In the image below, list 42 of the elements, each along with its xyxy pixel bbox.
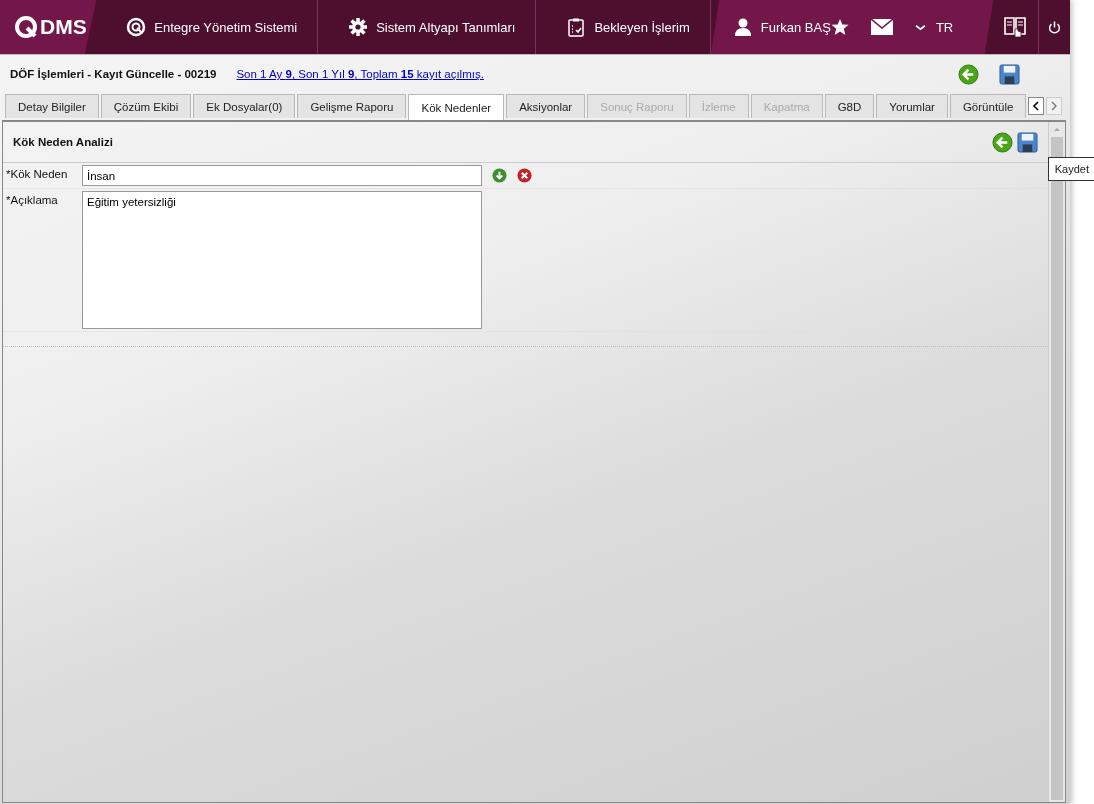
save-icon[interactable] (1017, 131, 1038, 153)
download-icon[interactable] (492, 168, 507, 183)
scroll-right-button[interactable] (1046, 97, 1062, 115)
tab[interactable]: Çözüm Ekibi (100, 94, 192, 118)
summary-link[interactable]: Son 1 Ay 9, Son 1 Yıl 9, Toplam 15 kayıt açılmış. (236, 68, 484, 80)
delete-icon[interactable] (517, 168, 532, 183)
logo[interactable]: DMS (0, 0, 97, 54)
user-icon (732, 17, 753, 37)
nav-item[interactable]: Sistem Altyapı Tanımları (318, 0, 537, 54)
input-field[interactable]: İnsan (82, 165, 482, 186)
tab[interactable]: Aksiyonlar (506, 94, 586, 118)
mail-icon[interactable] (870, 19, 893, 35)
panel-title: Kök Neden Analizi (13, 136, 113, 148)
text-area[interactable]: Eğitim yetersizliği (82, 191, 482, 329)
tab[interactable]: Yorumlar (876, 94, 948, 118)
field-label: *Açıklama (6, 193, 59, 206)
logo-text: DMS (40, 15, 87, 39)
q-logo-icon (14, 15, 38, 39)
power-icon[interactable] (1046, 19, 1062, 35)
tooltip: Kaydet (1047, 157, 1094, 181)
tab[interactable]: G8D (824, 94, 875, 118)
star-icon[interactable] (830, 18, 849, 36)
chevron-down-icon (914, 23, 926, 31)
tab[interactable]: Gelişme Raporu (297, 94, 407, 118)
field-label: *Kök Neden (6, 167, 69, 180)
clipboard-icon (566, 17, 587, 37)
tab[interactable]: Görüntüle (949, 94, 1027, 118)
book-icon[interactable] (1003, 15, 1028, 39)
chevron-right-icon (1050, 101, 1059, 111)
scroll-left-button[interactable] (1028, 97, 1045, 115)
language-selector[interactable]: TR (914, 19, 954, 35)
tab[interactable]: Kök Nedenler (408, 94, 505, 120)
nav-item[interactable]: Entegre Yönetim Sistemi (96, 0, 319, 54)
q-circle-icon (126, 17, 147, 37)
gear-icon (348, 17, 369, 37)
page-title: DÖF İşlemleri - Kayıt Güncelle - 00219 (10, 68, 217, 80)
nav-item[interactable]: Bekleyen İşlerim (536, 0, 711, 54)
chevron-left-icon (1032, 101, 1041, 111)
tab[interactable]: Ek Dosyalar(0) (193, 94, 296, 118)
save-icon[interactable] (999, 63, 1020, 85)
tab[interactable]: Detay Bilgiler (5, 94, 99, 118)
user-menu[interactable]: Furkan BAŞ (732, 17, 831, 37)
